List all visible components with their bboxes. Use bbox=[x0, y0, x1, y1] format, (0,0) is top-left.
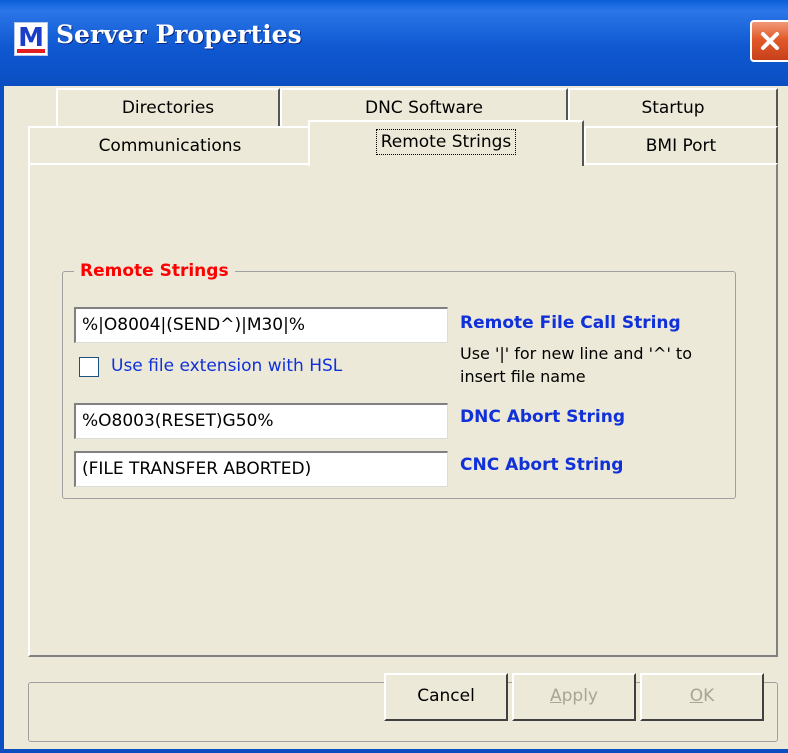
tab-communications[interactable]: Communications bbox=[28, 126, 312, 164]
tab-label: Remote Strings bbox=[375, 129, 517, 155]
cancel-button-label: Cancel bbox=[417, 686, 475, 706]
tab-label: Directories bbox=[121, 98, 215, 118]
tab-remote-strings[interactable]: Remote Strings bbox=[308, 120, 584, 166]
close-icon bbox=[761, 32, 779, 50]
tab-bmi-port[interactable]: BMI Port bbox=[584, 126, 778, 164]
cancel-button[interactable]: Cancel bbox=[384, 673, 508, 721]
tab-label: DNC Software bbox=[364, 98, 484, 118]
use-file-extension-checkbox[interactable] bbox=[79, 357, 99, 377]
window-title: Server Properties bbox=[56, 20, 302, 49]
tab-label: Startup bbox=[641, 98, 705, 118]
app-icon: M bbox=[14, 22, 48, 56]
use-file-extension-label[interactable]: Use file extension with HSL bbox=[111, 356, 342, 376]
tab-label: BMI Port bbox=[645, 136, 717, 156]
tab-startup[interactable]: Startup bbox=[568, 88, 778, 126]
apply-button-label: pply bbox=[561, 686, 598, 706]
apply-mnemonic: A bbox=[549, 686, 562, 706]
ok-button-label: K bbox=[703, 686, 715, 706]
cnc-abort-label: CNC Abort String bbox=[460, 455, 624, 475]
cnc-abort-input[interactable]: (FILE TRANSFER ABORTED) bbox=[74, 451, 448, 487]
remote-file-call-input[interactable]: %|O8004|(SEND^)|M30|% bbox=[74, 307, 448, 343]
window-frame-left bbox=[0, 86, 4, 753]
remote-file-call-label: Remote File Call String bbox=[460, 313, 681, 333]
tab-label: Communications bbox=[98, 136, 242, 156]
apply-button[interactable]: Apply bbox=[512, 673, 636, 721]
ok-mnemonic: O bbox=[689, 686, 704, 706]
ok-button[interactable]: OK bbox=[640, 673, 764, 721]
tab-directories[interactable]: Directories bbox=[56, 88, 280, 126]
window-frame-bottom bbox=[0, 749, 788, 753]
title-bar[interactable]: M Server Properties bbox=[0, 0, 788, 86]
close-button[interactable] bbox=[750, 20, 788, 62]
dnc-abort-input[interactable]: %O8003(RESET)G50% bbox=[74, 403, 448, 439]
remote-file-call-hint: Use '|' for new line and '^' to insert f… bbox=[460, 344, 692, 386]
dnc-abort-label: DNC Abort String bbox=[460, 407, 626, 427]
group-title: Remote Strings bbox=[74, 259, 235, 283]
